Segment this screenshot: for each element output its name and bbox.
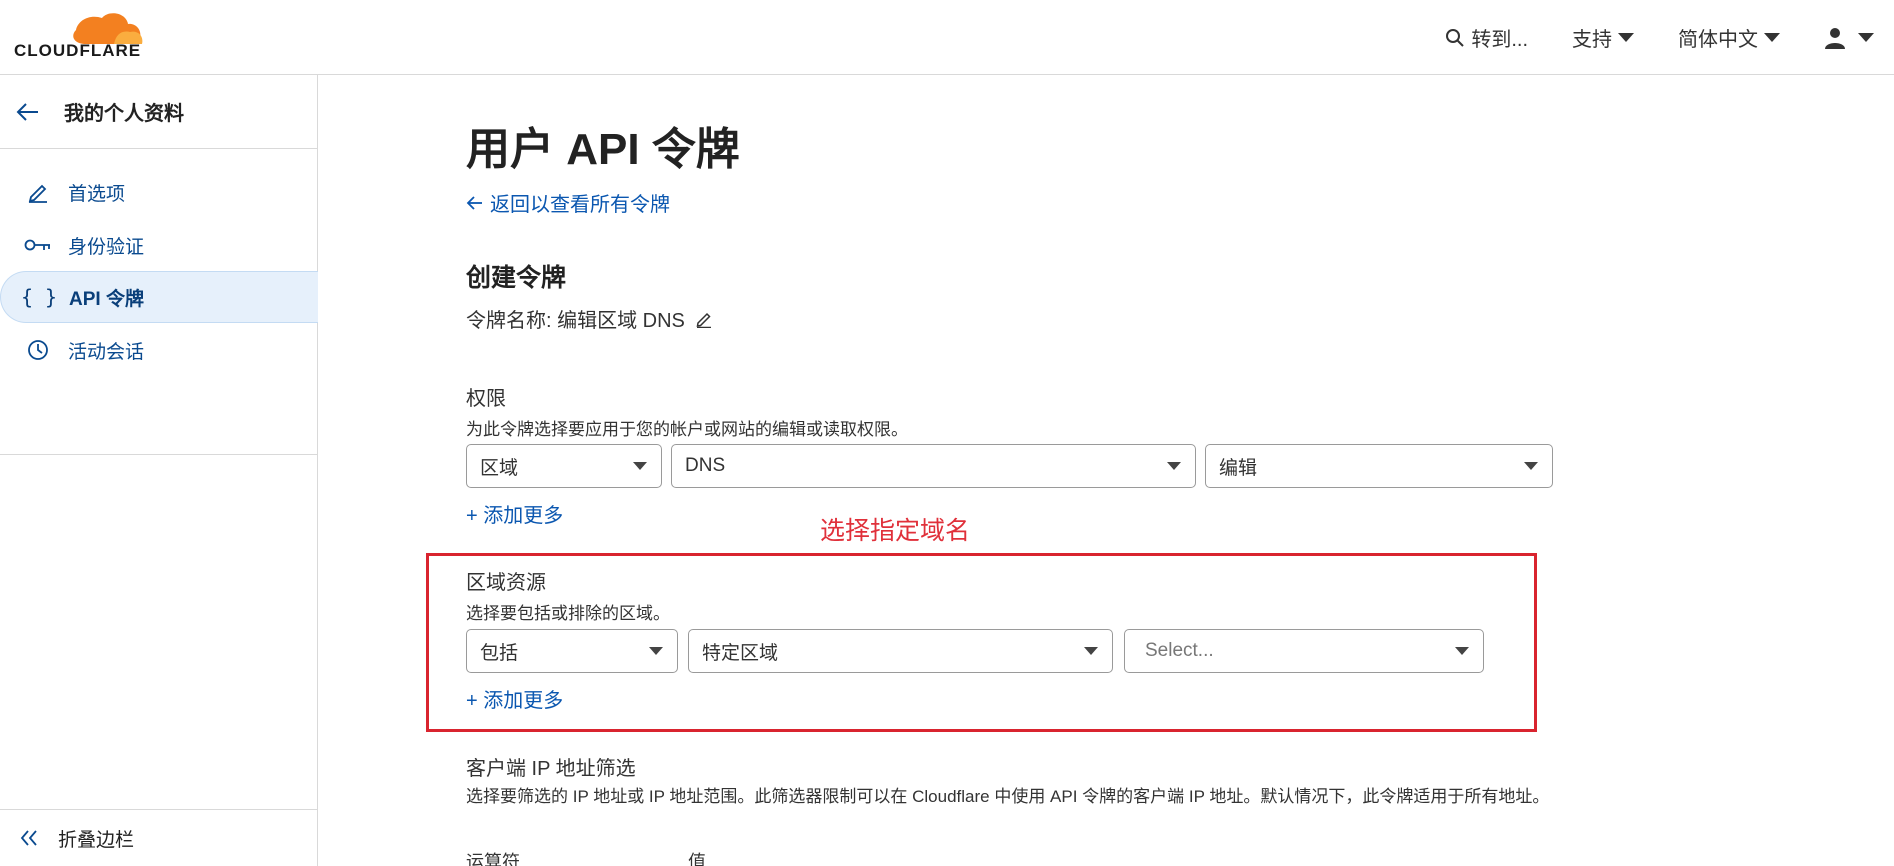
sidebar-item-authentication[interactable]: 身份验证 xyxy=(0,219,318,271)
sidebar: 我的个人资料 首选项 身份验证 { } API 令牌 活动会话 折叠边栏 xyxy=(0,75,318,866)
sidebar-title: 我的个人资料 xyxy=(64,103,184,125)
annotation-highlight-box xyxy=(426,553,1537,732)
chevron-down-icon xyxy=(1764,33,1780,42)
sidebar-item-api-tokens[interactable]: { } API 令牌 xyxy=(0,271,318,323)
goto-label: 转到... xyxy=(1471,29,1528,51)
add-more-permissions-link[interactable]: + 添加更多 xyxy=(466,499,563,528)
permissions-description: 为此令牌选择要应用于您的帐户或网站的编辑或读取权限。 xyxy=(466,420,908,439)
support-label: 支持 xyxy=(1572,29,1612,51)
annotation-text: 选择指定域名 xyxy=(820,516,971,545)
client-ip-description: 选择要筛选的 IP 地址或 IP 地址范围。此筛选器限制可以在 Cloudfla… xyxy=(466,787,1550,806)
collapse-sidebar-label: 折叠边栏 xyxy=(58,829,135,851)
user-menu[interactable] xyxy=(1824,27,1874,49)
sidebar-item-preferences[interactable]: 首选项 xyxy=(0,166,318,218)
sidebar-back-link[interactable]: 我的个人资料 xyxy=(0,75,318,149)
chevron-down-icon xyxy=(1618,33,1634,42)
back-to-tokens-link[interactable]: 返回以查看所有令牌 xyxy=(466,188,670,217)
sidebar-item-label: 身份验证 xyxy=(68,236,145,258)
sidebar-menu: 首选项 身份验证 { } API 令牌 活动会话 xyxy=(0,150,318,455)
token-name-text: 令牌名称: 编辑区域 DNS xyxy=(466,310,685,332)
operator-column-header: 运算符 xyxy=(466,852,520,866)
pencil-icon xyxy=(20,181,56,203)
support-menu[interactable]: 支持 xyxy=(1572,23,1634,52)
search-icon xyxy=(1446,28,1465,47)
select-value: 编辑 xyxy=(1219,457,1258,479)
sidebar-item-label: 活动会话 xyxy=(68,341,145,363)
permission-resource-select[interactable]: DNS xyxy=(671,444,1196,488)
back-link-label: 返回以查看所有令牌 xyxy=(490,194,670,216)
select-value: 区域 xyxy=(480,457,519,479)
cloudflare-logo[interactable]: CLOUDFLARE xyxy=(14,8,154,60)
arrow-left-icon xyxy=(466,195,482,210)
section-title: 创建令牌 xyxy=(466,264,567,292)
edit-token-name-icon[interactable] xyxy=(695,310,713,328)
permission-level-select[interactable]: 编辑 xyxy=(1205,444,1553,488)
braces-icon: { } xyxy=(20,285,58,309)
chevron-down-icon xyxy=(1858,33,1874,42)
page-title: 用户 API 令牌 xyxy=(466,125,740,174)
collapse-sidebar-button[interactable]: 折叠边栏 xyxy=(0,809,318,866)
permission-scope-select[interactable]: 区域 xyxy=(466,444,662,488)
header-nav: 转到... 支持 简体中文 xyxy=(1445,0,1894,75)
sidebar-item-label: 首选项 xyxy=(68,183,126,205)
goto-search-button[interactable]: 转到... xyxy=(1445,23,1528,52)
sidebar-item-label: API 令牌 xyxy=(69,288,144,310)
language-menu[interactable]: 简体中文 xyxy=(1678,23,1780,52)
value-column-header: 值 xyxy=(688,852,706,866)
arrow-left-icon xyxy=(16,102,38,121)
permissions-label: 权限 xyxy=(466,388,506,410)
chevron-down-icon xyxy=(1167,462,1181,470)
language-label: 简体中文 xyxy=(1678,29,1758,51)
double-chevron-left-icon xyxy=(20,830,37,846)
top-header: CLOUDFLARE 转到... 支持 简体中文 xyxy=(0,0,1894,75)
token-name: 令牌名称: 编辑区域 DNS xyxy=(466,304,713,333)
logo-text: CLOUDFLARE xyxy=(14,41,142,60)
chevron-down-icon xyxy=(1524,462,1538,470)
user-icon xyxy=(1825,27,1845,49)
sidebar-item-active-sessions[interactable]: 活动会话 xyxy=(0,324,318,376)
clock-icon xyxy=(20,339,56,361)
key-icon xyxy=(20,237,56,253)
client-ip-label: 客户端 IP 地址筛选 xyxy=(466,758,636,780)
chevron-down-icon xyxy=(633,462,647,470)
select-value: DNS xyxy=(685,455,726,476)
